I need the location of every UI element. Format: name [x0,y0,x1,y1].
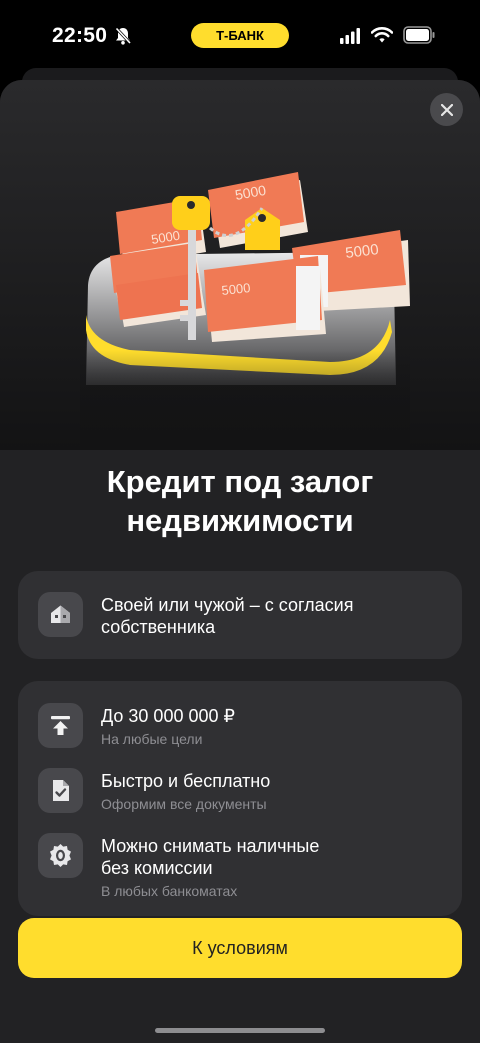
page-title-line1: Кредит под залог [106,464,374,499]
upload-limit-icon [38,703,83,748]
item-title: Быстро и бесплатно [101,771,271,791]
item-subtitle: Оформим все документы [101,796,267,812]
cellular-signal-icon [340,28,360,44]
close-icon [440,103,453,116]
wifi-icon [371,27,393,43]
close-button[interactable] [430,93,463,126]
benefits-card: До 30 000 000 ₽ На любые цели Быстро и б… [18,681,462,916]
battery-icon [403,26,435,44]
item-subtitle: В любых банкоматах [101,883,238,899]
loan-offer-sheet: 5000 5000 5000 5000 Кредит под залог нед… [0,80,480,1043]
status-bar: 22:50 Т-БАНК [0,0,480,72]
bell-off-icon [115,27,131,45]
page-title-line2: недвижимости [126,503,354,538]
item-title: Своей или чужой – с согласия собственник… [101,595,354,637]
conditions-button[interactable]: К условиям [18,918,462,978]
page-title: Кредит под залог недвижимости [0,462,480,540]
house-icon [38,592,83,637]
hero-illustration: 5000 5000 5000 5000 [0,80,480,450]
status-time: 22:50 [52,24,108,47]
item-title: Можно снимать наличные без комиссии [101,836,320,878]
document-check-icon [38,768,83,813]
svg-text:5000: 5000 [221,280,251,298]
zero-commission-icon [38,833,83,878]
collateral-card: Своей или чужой – с согласия собственник… [18,571,462,659]
home-indicator[interactable] [155,1028,325,1033]
bank-pill[interactable]: Т-БАНК [191,23,289,48]
item-subtitle: На любые цели [101,731,203,747]
item-title: До 30 000 000 ₽ [101,706,235,726]
